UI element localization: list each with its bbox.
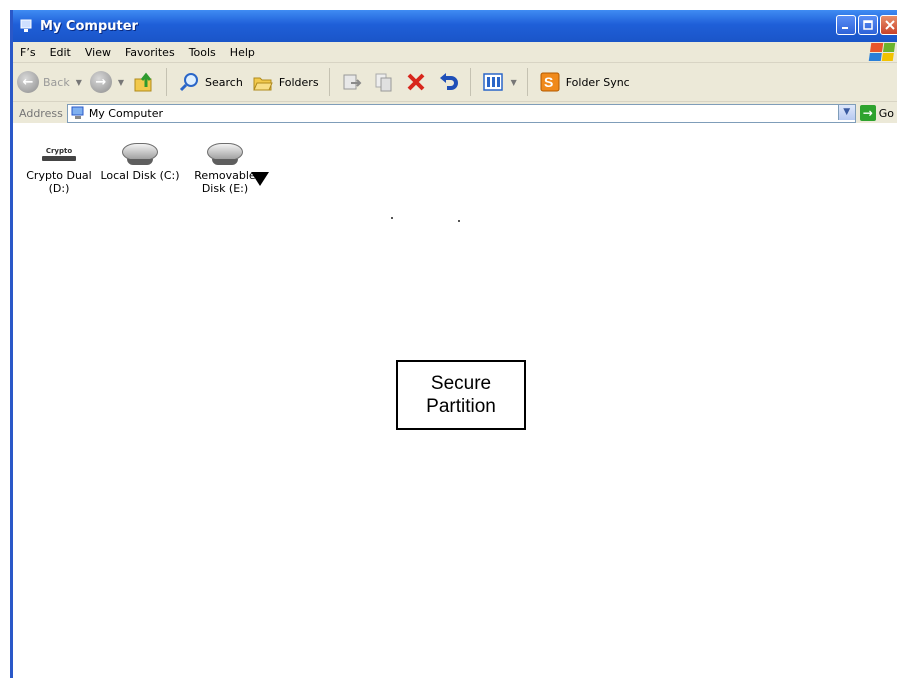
drive-label: Removable Disk (E:) [194, 169, 256, 195]
callout-text: Secure Partition [426, 373, 496, 417]
views-button[interactable]: ▼ [477, 70, 521, 94]
undo-button[interactable] [432, 70, 464, 94]
back-button[interactable]: ← Back ▼ [13, 71, 86, 93]
up-folder-button[interactable] [128, 70, 160, 94]
toolbar-separator [328, 68, 330, 96]
hard-disk-icon [122, 143, 158, 165]
toolbar-separator [469, 68, 471, 96]
window-title: My Computer [40, 18, 138, 34]
search-button[interactable]: Search [173, 70, 247, 94]
drive-label: Local Disk (C:) [100, 169, 180, 182]
crypto-logo-text: Crypto [45, 147, 73, 155]
menu-help[interactable]: Help [223, 46, 262, 59]
folder-sync-button[interactable]: S Folder Sync [534, 70, 634, 94]
windows-logo-icon [868, 43, 896, 61]
back-label: Back [43, 75, 70, 89]
forward-arrow-icon: → [89, 71, 112, 93]
search-label: Search [205, 75, 243, 89]
menu-favorites[interactable]: Favorites [118, 46, 182, 59]
delete-button[interactable] [400, 70, 432, 94]
folder-sync-label: Folder Sync [565, 75, 630, 89]
dropdown-arrow-icon[interactable]: ▼ [118, 78, 124, 87]
computer-icon [71, 106, 85, 120]
folder-sync-icon: S [538, 70, 562, 94]
forward-button[interactable]: → ▼ [86, 71, 128, 93]
copy-to-icon [372, 70, 396, 94]
go-label: Go [878, 106, 894, 120]
pointer-triangle-icon [251, 172, 269, 186]
back-arrow-icon: ← [17, 71, 39, 93]
toolbar: ← Back ▼ → ▼ Search Folders ▼ S Folder S… [13, 63, 897, 102]
undo-icon [436, 70, 460, 94]
menu-view[interactable]: View [78, 46, 118, 59]
removable-disk-icon [207, 143, 243, 165]
folders-icon [251, 70, 275, 94]
maximize-button[interactable] [858, 15, 878, 35]
address-label: Address [19, 106, 63, 120]
dropdown-arrow-icon[interactable]: ▼ [76, 78, 82, 87]
toolbar-separator [526, 68, 528, 96]
drive-item-local-c[interactable]: Local Disk (C:) [100, 131, 180, 182]
delete-icon [404, 70, 428, 94]
up-folder-icon [132, 70, 156, 94]
menu-bar: F’s Edit View Favorites Tools Help [13, 42, 897, 63]
speck [458, 220, 460, 222]
folders-label: Folders [278, 75, 319, 89]
search-icon [177, 70, 201, 94]
close-button[interactable] [880, 15, 897, 35]
speck [391, 217, 393, 219]
menu-file[interactable]: F’s [13, 46, 43, 59]
title-bar[interactable]: My Computer [13, 10, 897, 42]
go-arrow-icon: → [859, 105, 876, 121]
copy-to-button[interactable] [368, 70, 400, 94]
minimize-button[interactable] [836, 15, 856, 35]
address-dropdown-icon[interactable]: ▼ [837, 104, 855, 120]
secure-partition-callout: Secure Partition [396, 360, 526, 430]
go-button[interactable]: → Go [859, 105, 894, 121]
computer-icon [18, 18, 34, 34]
menu-edit[interactable]: Edit [43, 46, 78, 59]
dropdown-arrow-icon[interactable]: ▼ [511, 78, 517, 87]
file-view: Crypto Crypto Dual (D:) Local Disk (C:) … [13, 123, 897, 678]
address-input[interactable]: My Computer ▼ [66, 103, 856, 123]
toolbar-separator [166, 68, 168, 96]
drive-item-crypto-d[interactable]: Crypto Crypto Dual (D:) [19, 131, 99, 195]
folders-button[interactable]: Folders [247, 70, 323, 94]
views-icon [481, 70, 505, 94]
address-value: My Computer [88, 106, 163, 120]
crypto-drive-icon: Crypto [42, 147, 76, 161]
svg-text:S: S [544, 74, 553, 90]
address-bar: Address My Computer ▼ → Go [13, 102, 897, 125]
explorer-window: My Computer F’s Edit View Favorites Tool… [10, 10, 897, 678]
drive-label: Crypto Dual (D:) [26, 169, 92, 195]
menu-tools[interactable]: Tools [182, 46, 223, 59]
move-to-button[interactable] [336, 70, 368, 94]
move-to-icon [340, 70, 364, 94]
